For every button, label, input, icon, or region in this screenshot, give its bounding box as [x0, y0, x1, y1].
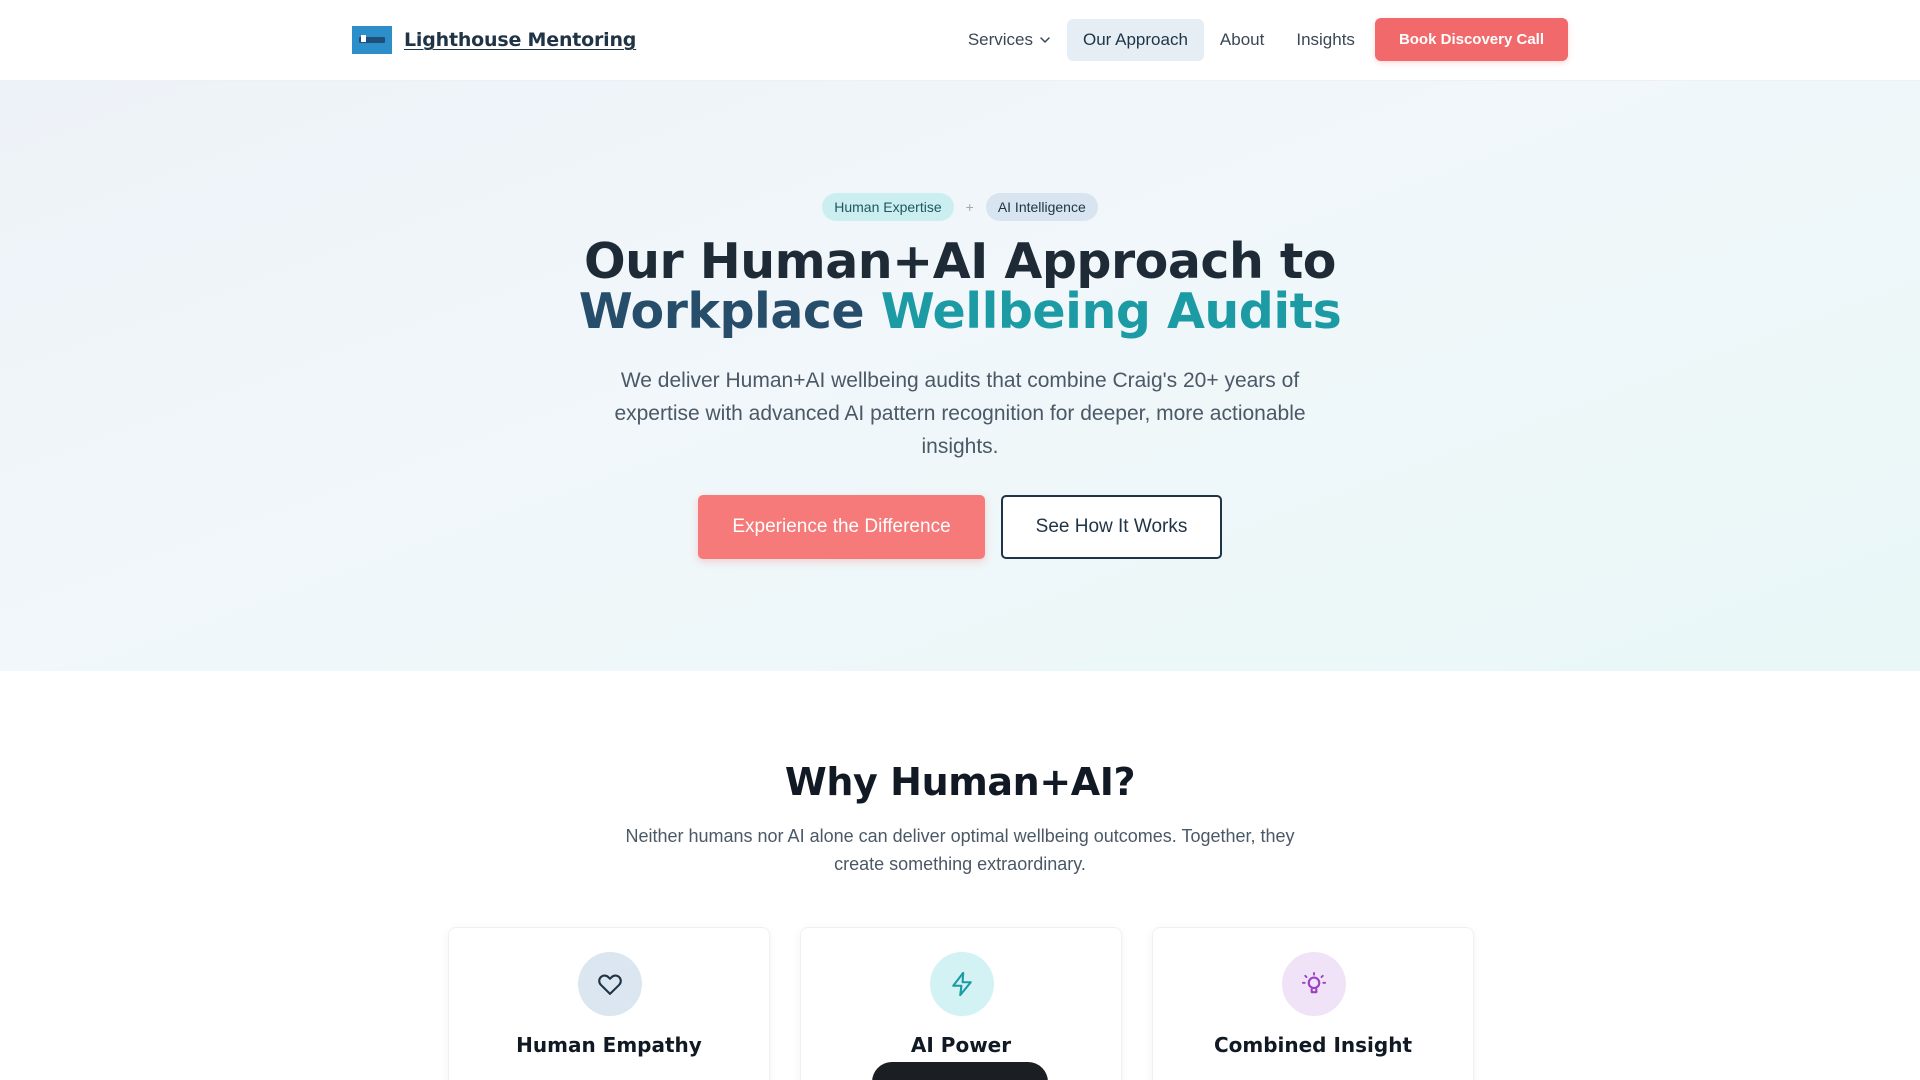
nav-insights[interactable]: Insights: [1280, 19, 1371, 61]
brand-link[interactable]: Lighthouse Mentoring: [352, 26, 636, 54]
pill-plus: +: [965, 199, 974, 215]
hero-title: Our Human+AI Approach to Workplace Wellb…: [0, 237, 1920, 337]
hero-title-wellbeing-audits: Wellbeing Audits: [880, 283, 1342, 340]
hero-title-line2: Workplace Wellbeing Audits: [0, 287, 1920, 337]
card-combined-insight: Combined Insight: [1152, 927, 1474, 1080]
lightning-icon: [930, 952, 994, 1016]
book-discovery-call-button[interactable]: Book Discovery Call: [1374, 18, 1568, 61]
hero-pills: Human Expertise + AI Intelligence: [0, 193, 1920, 221]
brand-logo: [352, 26, 392, 54]
nav-services[interactable]: Services: [952, 19, 1067, 61]
experience-difference-button[interactable]: Experience the Difference: [698, 495, 985, 559]
main-nav: Services Our Approach About Insights Boo…: [952, 18, 1568, 61]
hero-subtitle: We deliver Human+AI wellbeing audits tha…: [614, 369, 1306, 458]
card-human-empathy: Human Empathy: [448, 927, 770, 1080]
pill-ai-intelligence: AI Intelligence: [985, 193, 1098, 221]
card-ai-power: AI Power: [800, 927, 1122, 1080]
why-subtitle: Neither humans nor AI alone can deliver …: [625, 826, 1295, 874]
feature-cards: Human Empathy AI Power Combined Insight: [448, 927, 1474, 1080]
hero-section: Human Expertise + AI Intelligence Our Hu…: [0, 81, 1920, 671]
nav-our-approach[interactable]: Our Approach: [1067, 18, 1204, 61]
card-title: AI Power: [910, 1033, 1012, 1057]
why-title: Why Human+AI?: [784, 760, 1136, 804]
heart-icon: [578, 952, 642, 1016]
floating-toolbar[interactable]: [872, 1062, 1048, 1080]
nav-services-label: Services: [967, 29, 1033, 49]
hero-title-line1: Our Human+AI Approach to: [584, 233, 1336, 290]
site-header: Lighthouse Mentoring Services Our Approa…: [0, 0, 1920, 81]
pill-human-expertise: Human Expertise: [822, 193, 954, 221]
chevron-down-icon: [1040, 36, 1050, 43]
see-how-it-works-button[interactable]: See How It Works: [1001, 495, 1222, 559]
hero-buttons: Experience the Difference See How It Wor…: [0, 495, 1920, 559]
card-title: Combined Insight: [1213, 1033, 1413, 1057]
nav-about[interactable]: About: [1204, 19, 1280, 61]
brand-name: Lighthouse Mentoring: [404, 29, 637, 51]
card-title: Human Empathy: [516, 1033, 702, 1057]
hero-title-workplace: Workplace: [578, 283, 865, 340]
lightbulb-icon: [1282, 952, 1346, 1016]
